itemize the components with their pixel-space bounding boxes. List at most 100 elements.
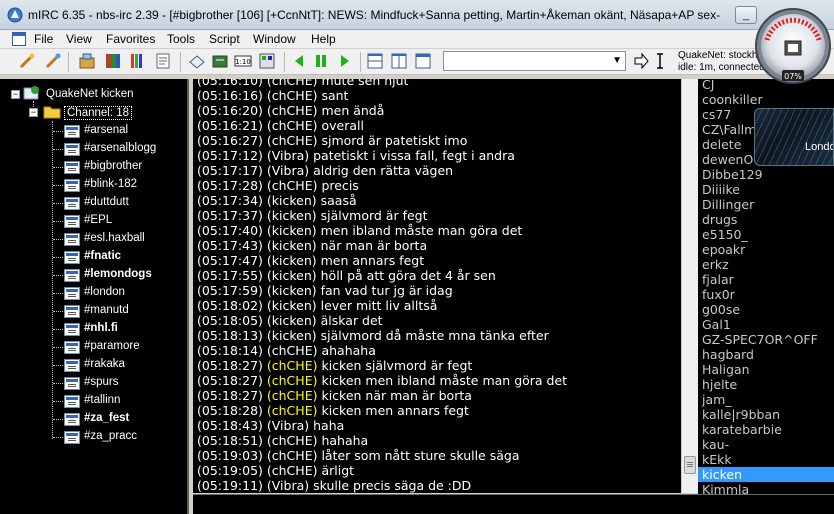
chat-nick[interactable]: (Vibra) bbox=[267, 478, 309, 493]
chevron-down-icon[interactable]: ▼ bbox=[612, 55, 622, 66]
menu-view[interactable]: View bbox=[66, 32, 92, 46]
nick-item[interactable]: fux0r bbox=[698, 287, 834, 302]
nick-item[interactable]: kau- bbox=[698, 437, 834, 452]
tile-horizontal-icon[interactable] bbox=[366, 52, 384, 70]
nick-item[interactable]: Dibbe129 bbox=[698, 167, 834, 182]
nick-item[interactable]: jam_ bbox=[698, 392, 834, 407]
chat-timestamp: (05:18:27) bbox=[197, 358, 263, 373]
pause-icon[interactable] bbox=[312, 52, 330, 70]
mirc-app-icon[interactable] bbox=[7, 7, 23, 23]
channel-window-icon bbox=[64, 305, 80, 318]
chat-timestamp: (05:17:28) bbox=[197, 178, 263, 193]
chat-message: saaså bbox=[320, 193, 357, 208]
next-window-icon[interactable] bbox=[336, 52, 354, 70]
chat-nick[interactable]: (kicken) bbox=[267, 328, 317, 343]
send-arrow-icon[interactable] bbox=[632, 52, 650, 70]
channel-window-icon[interactable] bbox=[12, 32, 26, 46]
chat-nick[interactable]: (chCHE) bbox=[267, 118, 318, 133]
chat-nick[interactable]: (kicken) bbox=[267, 268, 317, 283]
chat-message: mute sen njut bbox=[321, 79, 409, 88]
chat-message: men annars fegt bbox=[320, 253, 425, 268]
nick-item[interactable]: hjelte bbox=[698, 377, 834, 392]
chat-nick[interactable]: (Vibra) bbox=[267, 163, 309, 178]
connect-icon[interactable] bbox=[18, 52, 36, 70]
chat-nick[interactable]: (chCHE) bbox=[267, 463, 318, 478]
colors-icon[interactable] bbox=[258, 52, 276, 70]
nick-item[interactable]: hagbard bbox=[698, 347, 834, 362]
timestamp-icon[interactable]: 1:10 bbox=[234, 52, 252, 70]
menu-help[interactable]: Help bbox=[311, 32, 336, 46]
menu-file[interactable]: File bbox=[34, 32, 53, 46]
menu-script[interactable]: Script bbox=[209, 32, 240, 46]
toolbar-combo-box[interactable]: ▼ bbox=[443, 51, 626, 71]
notes-icon[interactable] bbox=[154, 52, 172, 70]
weather-popup-gadget[interactable]: London bbox=[754, 108, 834, 166]
chat-nick[interactable]: (kicken) bbox=[267, 253, 317, 268]
nick-item[interactable]: drugs bbox=[698, 212, 834, 227]
collapse-channels-icon[interactable]: − bbox=[29, 108, 38, 117]
chat-nick[interactable]: (chCHE) bbox=[267, 88, 318, 103]
chat-nick[interactable]: (kicken) bbox=[267, 283, 317, 298]
chat-nick[interactable]: (chCHE) bbox=[267, 373, 318, 388]
chat-line: (05:17:47) (kicken) men annars fegt bbox=[197, 253, 424, 268]
dcc-icon[interactable] bbox=[188, 52, 206, 70]
channels-list-icon[interactable] bbox=[128, 52, 146, 70]
chat-nick[interactable]: (kicken) bbox=[267, 193, 317, 208]
chat-nick[interactable]: (Vibra) bbox=[267, 148, 309, 163]
received-files-icon[interactable] bbox=[211, 52, 229, 70]
options-icon[interactable] bbox=[78, 52, 96, 70]
chat-nick[interactable]: (chCHE) bbox=[267, 103, 318, 118]
nick-item[interactable]: Dillinger bbox=[698, 197, 834, 212]
tree-channel-label: #london bbox=[84, 286, 125, 298]
collapse-network-icon[interactable]: − bbox=[11, 90, 20, 99]
menu-tools[interactable]: Tools bbox=[167, 32, 195, 46]
chat-nick[interactable]: (chCHE) bbox=[267, 79, 318, 88]
disconnect-icon[interactable] bbox=[44, 52, 62, 70]
chat-nick[interactable]: (Vibra) bbox=[267, 418, 309, 433]
chat-line: (05:16:10) (chCHE) mute sen njut bbox=[197, 79, 408, 88]
message-input[interactable] bbox=[193, 494, 834, 514]
nick-item[interactable]: karatebarbie bbox=[698, 422, 834, 437]
cascade-icon[interactable] bbox=[414, 52, 432, 70]
text-cursor-icon[interactable] bbox=[651, 52, 669, 70]
chat-nick[interactable]: (kicken) bbox=[267, 298, 317, 313]
chat-nick[interactable]: (kicken) bbox=[267, 208, 317, 223]
chat-nick[interactable]: (chCHE) bbox=[267, 388, 318, 403]
chat-nick[interactable]: (chCHE) bbox=[267, 448, 318, 463]
chat-nick[interactable]: (kicken) bbox=[267, 238, 317, 253]
nick-item[interactable]: epoakr bbox=[698, 242, 834, 257]
chat-nick[interactable]: (chCHE) bbox=[267, 133, 318, 148]
nick-item[interactable]: coonkiller bbox=[698, 92, 834, 107]
chat-message: självmord då måste mna tänka efter bbox=[320, 328, 549, 343]
chat-message: aldrig den rätta vägen bbox=[313, 163, 454, 178]
nick-item[interactable]: g00se bbox=[698, 302, 834, 317]
chat-nick[interactable]: (chCHE) bbox=[267, 403, 318, 418]
menu-favorites[interactable]: Favorites bbox=[106, 32, 155, 46]
chat-line: (05:18:27) (chCHE) kicken när man är bor… bbox=[197, 388, 472, 403]
nick-item[interactable]: Diiiike bbox=[698, 182, 834, 197]
chat-nick[interactable]: (chCHE) bbox=[267, 358, 318, 373]
nick-item[interactable]: Haligan bbox=[698, 362, 834, 377]
nick-item[interactable]: kEkk bbox=[698, 452, 834, 467]
address-book-icon[interactable] bbox=[104, 52, 122, 70]
chat-nick[interactable]: (kicken) bbox=[267, 223, 317, 238]
chat-nick[interactable]: (kicken) bbox=[267, 313, 317, 328]
tile-vertical-icon[interactable] bbox=[390, 52, 408, 70]
nick-item[interactable]: erkz bbox=[698, 257, 834, 272]
nick-item[interactable]: kicken bbox=[698, 467, 834, 482]
nick-item[interactable]: Gal1 bbox=[698, 317, 834, 332]
chat-window[interactable]: (05:16:10) (chCHE) mute sen njut (05:16:1… bbox=[193, 79, 681, 493]
menu-window[interactable]: Window bbox=[253, 32, 296, 46]
nick-item[interactable]: GZ-SPEC7OR^OFF bbox=[698, 332, 834, 347]
nick-item[interactable]: kalle|r9bban bbox=[698, 407, 834, 422]
nick-item[interactable]: e5150_ bbox=[698, 227, 834, 242]
chat-nick[interactable]: (chCHE) bbox=[267, 178, 318, 193]
system-gauge-gadget[interactable]: 07% bbox=[752, 0, 834, 84]
chat-scrollbar[interactable] bbox=[681, 79, 698, 493]
nick-item[interactable]: fjalar bbox=[698, 272, 834, 287]
chat-nick[interactable]: (chCHE) bbox=[267, 433, 318, 448]
previous-window-icon[interactable] bbox=[290, 52, 308, 70]
nick-item[interactable]: Kimmla bbox=[698, 482, 834, 494]
chat-scroll-thumb[interactable] bbox=[684, 456, 696, 474]
chat-nick[interactable]: (chCHE) bbox=[267, 343, 318, 358]
